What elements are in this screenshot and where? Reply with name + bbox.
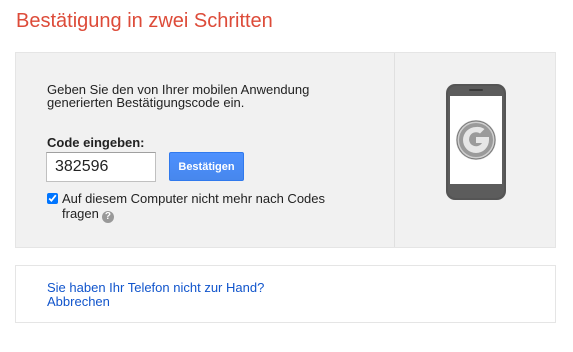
code-label: Code eingeben:	[47, 135, 145, 150]
verification-panel: Geben Sie den von Ihrer mobilen Anwendun…	[15, 52, 556, 248]
page-title: Bestätigung in zwei Schritten	[16, 10, 273, 32]
illustration-column	[395, 53, 555, 247]
code-input[interactable]	[46, 152, 156, 182]
smartphone-icon	[446, 84, 506, 200]
two-step-verification-page: Bestätigung in zwei Schritten Geben Sie …	[0, 0, 573, 352]
cancel-link[interactable]: Abbrechen	[47, 295, 110, 309]
remember-computer-label[interactable]: Auf diesem Computer nicht mehr nach Code…	[46, 191, 346, 223]
instructions-text: Geben Sie den von Ihrer mobilen Anwendun…	[47, 82, 310, 110]
no-phone-link[interactable]: Sie haben Ihr Telefon nicht zur Hand?	[47, 281, 264, 295]
verification-form: Geben Sie den von Ihrer mobilen Anwendun…	[16, 53, 394, 247]
remember-computer-row: Auf diesem Computer nicht mehr nach Code…	[46, 191, 346, 223]
verify-button[interactable]: Bestätigen	[169, 152, 244, 181]
alternative-options-panel: Sie haben Ihr Telefon nicht zur Hand? Ab…	[15, 265, 556, 323]
remember-computer-checkbox[interactable]	[47, 193, 58, 204]
question-mark-icon[interactable]: ?	[101, 211, 114, 223]
